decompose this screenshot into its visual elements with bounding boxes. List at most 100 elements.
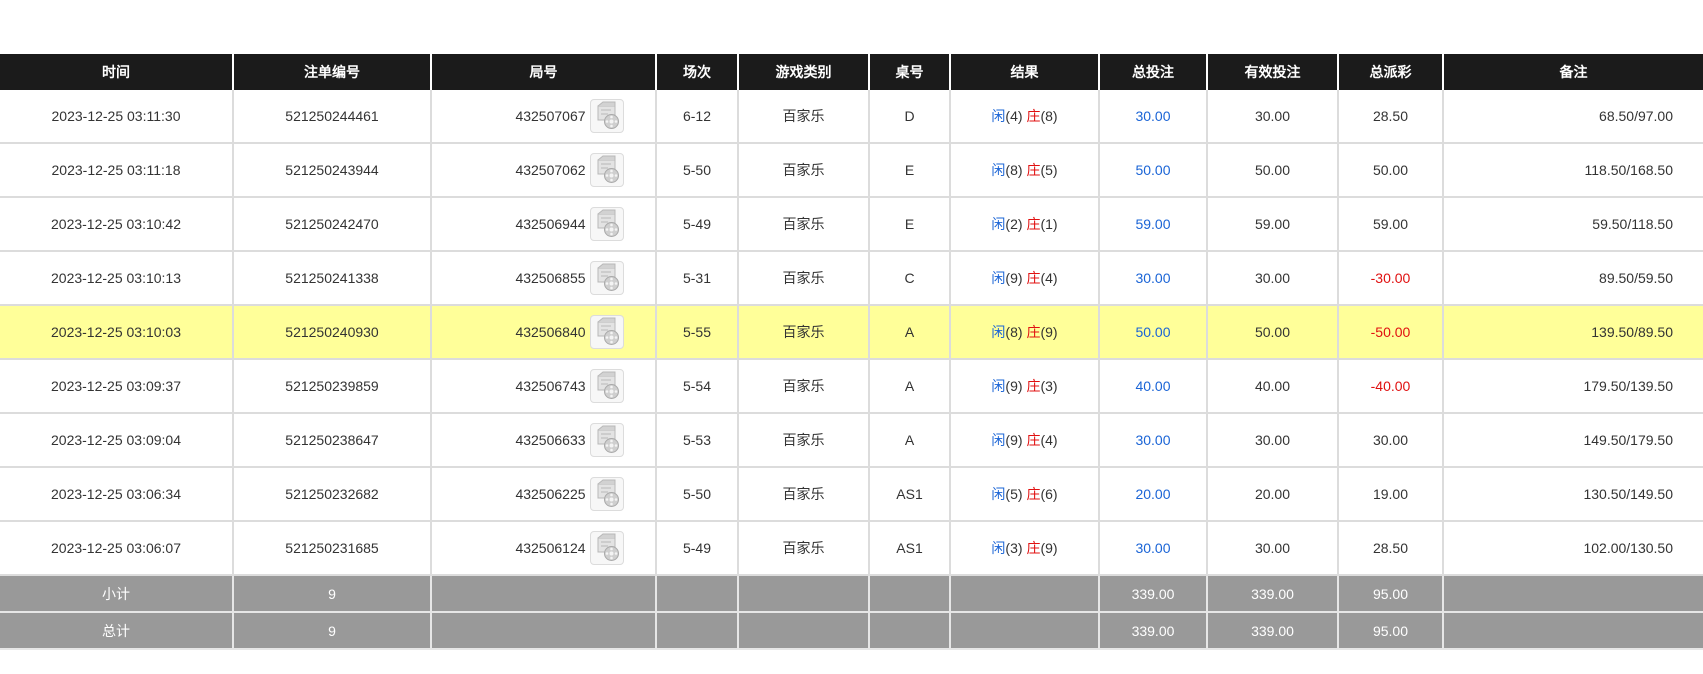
cell-result: 闲(9) 庄(3) [950, 359, 1100, 414]
cell-total-bet: 30.00 [1099, 521, 1208, 576]
cell-remark: 118.50/168.50 [1443, 143, 1703, 198]
cell-payout: 19.00 [1338, 467, 1444, 522]
table-row: 2023-12-25 03:06:07 521250231685 4325061… [0, 521, 1703, 576]
video-replay-icon[interactable] [589, 315, 624, 349]
cell-payout: -50.00 [1338, 305, 1444, 360]
banker-score: (3) [1040, 378, 1058, 394]
cell-bet-id: 521250240930 [233, 305, 432, 360]
cell-game-type: 百家乐 [738, 359, 870, 414]
player-label: 闲 [991, 108, 1006, 124]
cell-session: 5-50 [656, 467, 739, 522]
header-session: 场次 [656, 54, 739, 90]
table-header: 时间 注单编号 局号 场次 游戏类别 桌号 结果 总投注 有效投注 总派彩 备注 [0, 54, 1703, 90]
cell-valid-bet: 59.00 [1207, 197, 1339, 252]
round-number: 432506840 [515, 324, 586, 340]
cell-payout: 28.50 [1338, 90, 1444, 144]
cell-game-type: 百家乐 [738, 197, 870, 252]
cell-round: 432506944 [431, 197, 657, 252]
cell-remark: 130.50/149.50 [1443, 467, 1703, 522]
header-payout: 总派彩 [1338, 54, 1444, 90]
cell-result: 闲(9) 庄(4) [950, 413, 1100, 468]
banker-label: 庄 [1026, 216, 1041, 232]
banker-score: (8) [1040, 108, 1058, 124]
cell-table-no: A [869, 413, 951, 468]
bet-record-panel: 时间 注单编号 局号 场次 游戏类别 桌号 结果 总投注 有效投注 总派彩 备注… [0, 54, 1703, 650]
cell-remark: 179.50/139.50 [1443, 359, 1703, 414]
video-replay-icon[interactable] [589, 261, 624, 295]
grand-total-payout: 95.00 [1338, 612, 1444, 650]
cell-round: 432506840 [431, 305, 657, 360]
round-number: 432506855 [515, 270, 586, 286]
banker-score: (6) [1040, 486, 1058, 502]
subtotal-total-bet: 339.00 [1099, 575, 1208, 613]
player-label: 闲 [991, 432, 1006, 448]
subtotal-valid-bet: 339.00 [1207, 575, 1339, 613]
video-replay-icon[interactable] [589, 369, 624, 403]
cell-session: 5-50 [656, 143, 739, 198]
cell-remark: 139.50/89.50 [1443, 305, 1703, 360]
round-number: 432507062 [515, 162, 586, 178]
cell-session: 5-55 [656, 305, 739, 360]
cell-session: 5-54 [656, 359, 739, 414]
cell-payout: -30.00 [1338, 251, 1444, 306]
video-replay-icon[interactable] [589, 99, 624, 133]
cell-table-no: A [869, 305, 951, 360]
table-row: 2023-12-25 03:06:34 521250232682 4325062… [0, 467, 1703, 522]
table-body: 2023-12-25 03:11:30 521250244461 4325070… [0, 90, 1703, 576]
grand-total-label: 总计 [0, 612, 234, 650]
subtotal-label: 小计 [0, 575, 234, 613]
header-bet-id: 注单编号 [233, 54, 432, 90]
cell-valid-bet: 20.00 [1207, 467, 1339, 522]
grand-total-valid-bet: 339.00 [1207, 612, 1339, 650]
cell-bet-id: 521250232682 [233, 467, 432, 522]
subtotal-count: 9 [233, 575, 432, 613]
banker-score: (5) [1040, 162, 1058, 178]
round-number: 432506944 [515, 216, 586, 232]
cell-time: 2023-12-25 03:06:34 [0, 467, 234, 522]
cell-round: 432506743 [431, 359, 657, 414]
cell-bet-id: 521250238647 [233, 413, 432, 468]
video-replay-icon[interactable] [589, 207, 624, 241]
banker-label: 庄 [1026, 324, 1041, 340]
video-replay-icon[interactable] [589, 153, 624, 187]
grand-total-total-bet: 339.00 [1099, 612, 1208, 650]
cell-time: 2023-12-25 03:11:30 [0, 90, 234, 144]
cell-total-bet: 20.00 [1099, 467, 1208, 522]
cell-valid-bet: 30.00 [1207, 251, 1339, 306]
player-score: (5) [1005, 486, 1023, 502]
player-score: (2) [1005, 216, 1023, 232]
cell-time: 2023-12-25 03:11:18 [0, 143, 234, 198]
cell-round: 432506855 [431, 251, 657, 306]
cell-result: 闲(5) 庄(6) [950, 467, 1100, 522]
cell-table-no: E [869, 197, 951, 252]
cell-session: 5-53 [656, 413, 739, 468]
cell-result: 闲(2) 庄(1) [950, 197, 1100, 252]
cell-payout: -40.00 [1338, 359, 1444, 414]
cell-round: 432507062 [431, 143, 657, 198]
cell-remark: 102.00/130.50 [1443, 521, 1703, 576]
table-row: 2023-12-25 03:11:30 521250244461 4325070… [0, 90, 1703, 144]
video-replay-icon[interactable] [589, 531, 624, 565]
player-score: (8) [1005, 162, 1023, 178]
cell-result: 闲(3) 庄(9) [950, 521, 1100, 576]
banker-label: 庄 [1026, 270, 1041, 286]
video-replay-icon[interactable] [589, 423, 624, 457]
video-replay-icon[interactable] [589, 477, 624, 511]
header-round: 局号 [431, 54, 657, 90]
cell-table-no: A [869, 359, 951, 414]
cell-session: 5-31 [656, 251, 739, 306]
table-row: 2023-12-25 03:10:42 521250242470 4325069… [0, 197, 1703, 252]
player-score: (9) [1005, 378, 1023, 394]
header-table-no: 桌号 [869, 54, 951, 90]
cell-time: 2023-12-25 03:10:13 [0, 251, 234, 306]
banker-label: 庄 [1026, 378, 1041, 394]
banker-label: 庄 [1026, 162, 1041, 178]
round-number: 432506225 [515, 486, 586, 502]
cell-remark: 68.50/97.00 [1443, 90, 1703, 144]
banker-label: 庄 [1026, 108, 1041, 124]
cell-payout: 59.00 [1338, 197, 1444, 252]
header-remark: 备注 [1443, 54, 1703, 90]
player-score: (9) [1005, 432, 1023, 448]
cell-round: 432506124 [431, 521, 657, 576]
cell-session: 6-12 [656, 90, 739, 144]
